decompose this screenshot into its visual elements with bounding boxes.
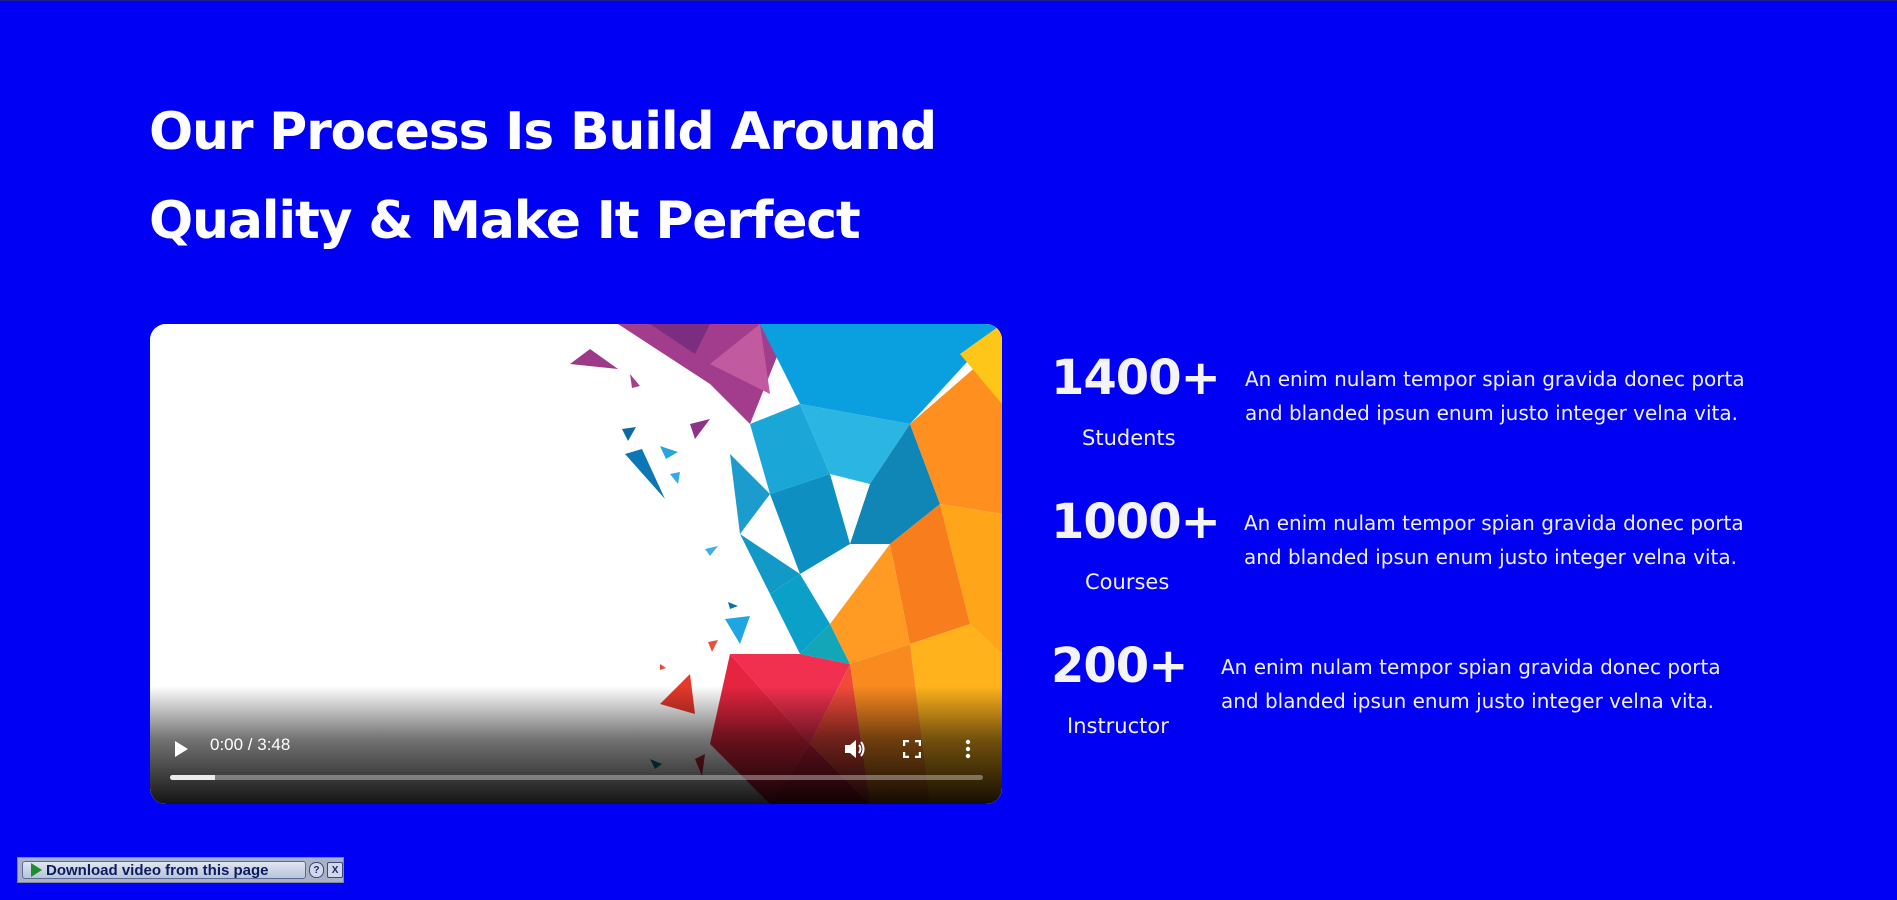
video-progress-bar[interactable] (170, 775, 983, 780)
volume-icon (845, 740, 865, 758)
stat-description-line: An enim nulam tempor spian gravida donec… (1245, 367, 1745, 391)
stat-description: An enim nulam tempor spian gravida donec… (1245, 362, 1745, 430)
stat-description-line: An enim nulam tempor spian gravida donec… (1244, 511, 1744, 535)
fullscreen-icon (903, 740, 921, 758)
stat-label: Students (1082, 426, 1176, 450)
play-button[interactable] (168, 736, 194, 762)
heading-line-1: Our Process Is Build Around (149, 102, 937, 162)
stat-description-line: and blanded ipsun enum justo integer vel… (1244, 545, 1737, 569)
video-player[interactable]: 0:00 / 3:48 (150, 324, 1002, 804)
download-close-button[interactable]: X (327, 862, 343, 878)
stat-number: 1000+ (1051, 494, 1221, 550)
video-progress-fill (170, 775, 215, 780)
stat-label: Courses (1085, 570, 1170, 594)
section-heading: Our Process Is Build Around Quality & Ma… (149, 88, 1049, 266)
stat-description: An enim nulam tempor spian gravida donec… (1244, 506, 1744, 574)
stat-description-line: An enim nulam tempor spian gravida donec… (1221, 655, 1721, 679)
volume-button[interactable] (840, 734, 870, 764)
heading-line-2: Quality & Make It Perfect (149, 191, 861, 251)
play-icon (175, 741, 188, 757)
download-video-label: Download video from this page (46, 861, 269, 879)
stat-number: 200+ (1051, 638, 1188, 694)
stat-description: An enim nulam tempor spian gravida donec… (1221, 650, 1721, 718)
download-video-button[interactable]: Download video from this page (22, 861, 306, 879)
download-help-button[interactable]: ? (308, 862, 325, 878)
stat-description-line: and blanded ipsun enum justo integer vel… (1221, 689, 1714, 713)
stat-description-line: and blanded ipsun enum justo integer vel… (1245, 401, 1738, 425)
more-options-icon (965, 739, 971, 759)
more-options-button[interactable] (958, 735, 978, 763)
time-display: 0:00 / 3:48 (210, 735, 291, 754)
top-border (0, 0, 1897, 1)
stat-label: Instructor (1067, 714, 1169, 738)
fullscreen-button[interactable] (898, 735, 926, 763)
stat-number: 1400+ (1051, 350, 1221, 406)
download-play-icon (31, 863, 42, 877)
download-toolbar: Download video from this page ? X (17, 857, 344, 883)
